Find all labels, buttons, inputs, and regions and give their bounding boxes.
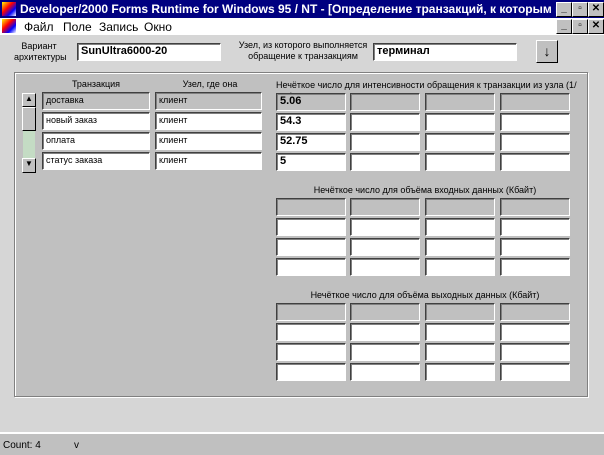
doc-close-button[interactable]: ✕ — [588, 19, 604, 34]
exec-node-field[interactable]: клиент — [155, 92, 262, 110]
fuzzy-number-field[interactable] — [350, 323, 420, 341]
fuzzy-number-field[interactable] — [350, 363, 420, 381]
fuzzy-number-field[interactable] — [425, 153, 495, 171]
fuzzy-number-field[interactable]: 5 — [276, 153, 346, 171]
window-title: Developer/2000 Forms Runtime for Windows… — [20, 2, 573, 16]
fuzzy-number-field[interactable] — [350, 238, 420, 256]
fuzzy-number-field[interactable] — [350, 153, 420, 171]
scroll-down-icon[interactable]: ▼ — [22, 158, 36, 173]
fuzzy-number-field[interactable] — [425, 133, 495, 151]
fuzzy-number-field[interactable] — [276, 198, 346, 216]
fuzzy-number-field[interactable] — [500, 238, 570, 256]
status-bar: Count: 4 v — [0, 432, 604, 455]
fuzzy-number-field[interactable] — [276, 238, 346, 256]
fuzzy-number-field[interactable] — [276, 258, 346, 276]
fuzzy-number-field[interactable] — [425, 238, 495, 256]
fuzzy-number-field[interactable] — [350, 93, 420, 111]
transaction-field[interactable]: оплата — [42, 132, 150, 150]
fuzzy-number-field[interactable] — [500, 133, 570, 151]
menu-bar: Файл Поле Запись Окно _ ▫ ✕ — [0, 18, 604, 35]
fuzzy-number-field[interactable]: 54.3 — [276, 113, 346, 131]
fuzzy-number-field[interactable] — [276, 303, 346, 321]
down-arrow-button[interactable]: ↓ — [536, 40, 558, 63]
group-title: Нечёткое число для объёма входных данных… — [313, 185, 537, 195]
fuzzy-number-field[interactable] — [350, 218, 420, 236]
scroll-up-icon[interactable]: ▲ — [22, 93, 36, 107]
title-bar: Developer/2000 Forms Runtime for Windows… — [0, 0, 604, 18]
source-node-field[interactable]: терминал — [373, 43, 517, 61]
fuzzy-number-field[interactable] — [276, 343, 346, 361]
fuzzy-number-field[interactable] — [500, 113, 570, 131]
fuzzy-number-field[interactable] — [425, 343, 495, 361]
app-icon — [2, 2, 16, 16]
fuzzy-number-field[interactable] — [425, 323, 495, 341]
status-mode: v — [74, 440, 79, 451]
fuzzy-number-field[interactable] — [500, 198, 570, 216]
fuzzy-number-field[interactable]: 5.06 — [276, 93, 346, 111]
fuzzy-number-field[interactable] — [350, 343, 420, 361]
fuzzy-number-field[interactable] — [276, 363, 346, 381]
fuzzy-number-field[interactable] — [500, 93, 570, 111]
fuzzy-number-field[interactable] — [276, 218, 346, 236]
fuzzy-number-field[interactable] — [425, 258, 495, 276]
menu-file[interactable]: Файл — [24, 20, 54, 34]
transaction-field[interactable]: доставка — [42, 92, 150, 110]
fuzzy-number-field[interactable] — [350, 113, 420, 131]
doc-maximize-button[interactable]: ▫ — [572, 19, 588, 34]
fuzzy-number-field[interactable] — [350, 198, 420, 216]
node-label: Узел, из которого выполняется обращение … — [238, 40, 368, 61]
fuzzy-number-field[interactable] — [350, 303, 420, 321]
fuzzy-number-field[interactable] — [500, 258, 570, 276]
menu-record[interactable]: Запись — [99, 20, 138, 34]
fuzzy-number-field[interactable] — [500, 363, 570, 381]
menu-window[interactable]: Окно — [144, 20, 172, 34]
doc-minimize-button[interactable]: _ — [556, 19, 572, 34]
minimize-button[interactable]: _ — [556, 2, 572, 17]
fuzzy-number-field[interactable] — [500, 323, 570, 341]
fuzzy-number-field[interactable] — [500, 303, 570, 321]
fuzzy-number-field[interactable] — [425, 303, 495, 321]
fuzzy-number-field[interactable] — [350, 258, 420, 276]
close-button[interactable]: ✕ — [588, 2, 604, 17]
exec-node-field[interactable]: клиент — [155, 132, 262, 150]
menu-field[interactable]: Поле — [63, 20, 92, 34]
maximize-button[interactable]: ▫ — [572, 2, 588, 17]
fuzzy-number-field[interactable] — [425, 218, 495, 236]
arch-label: Вариант архитектуры — [14, 41, 67, 62]
exec-node-field[interactable]: клиент — [155, 112, 262, 130]
scroll-thumb[interactable] — [22, 107, 36, 131]
exec-node-field[interactable]: клиент — [155, 152, 262, 170]
document-icon — [2, 19, 16, 33]
fuzzy-number-field[interactable]: 52.75 — [276, 133, 346, 151]
fuzzy-number-field[interactable] — [425, 113, 495, 131]
col-transaction-header: Транзакция — [71, 79, 121, 89]
transaction-field[interactable]: новый заказ — [42, 112, 150, 130]
fuzzy-number-field[interactable] — [276, 323, 346, 341]
record-count: Count: 4 — [3, 440, 41, 451]
fuzzy-number-field[interactable] — [500, 153, 570, 171]
fuzzy-number-field[interactable] — [500, 343, 570, 361]
fuzzy-number-field[interactable] — [425, 198, 495, 216]
arch-field[interactable]: SunUltra6000-20 — [77, 43, 221, 61]
transaction-field[interactable]: статус заказа — [42, 152, 150, 170]
fuzzy-number-field[interactable] — [425, 363, 495, 381]
fuzzy-number-field[interactable] — [425, 93, 495, 111]
fuzzy-number-field[interactable] — [350, 133, 420, 151]
scroll-track[interactable] — [23, 131, 35, 158]
group-title: Нечёткое число для объёма выходных данны… — [310, 290, 540, 300]
fuzzy-number-field[interactable] — [500, 218, 570, 236]
